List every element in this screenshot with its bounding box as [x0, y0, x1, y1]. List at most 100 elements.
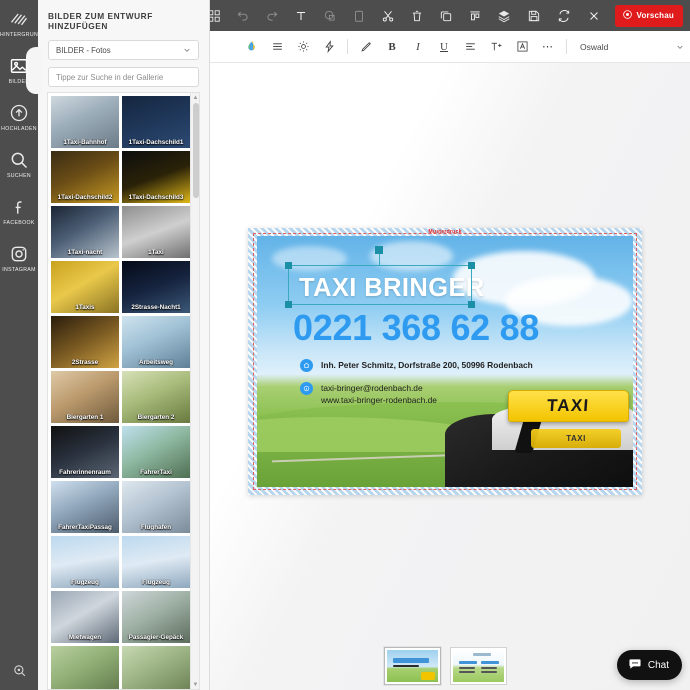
thumbnail-caption: FahrerTaxi: [140, 469, 172, 476]
preview-bar: [480, 671, 497, 673]
preview-button[interactable]: Vorschau: [614, 4, 683, 27]
gallery-thumbnail[interactable]: 1Taxi-Dachschild2: [51, 151, 119, 203]
gallery-thumbnail[interactable]: Flugzeug: [122, 536, 190, 588]
gallery-thumbnail[interactable]: Flughafen: [122, 481, 190, 533]
refresh-icon[interactable]: [549, 0, 579, 31]
line-spacing-icon[interactable]: [264, 31, 290, 63]
email-text: taxi-bringer@rodenbach.de: [321, 383, 423, 393]
align-left-icon[interactable]: [457, 31, 483, 63]
gallery-thumbnail[interactable]: 1Taxis: [51, 261, 119, 313]
preview-bar: [458, 667, 475, 669]
scroll-down-icon[interactable]: ▼: [191, 680, 199, 689]
gallery-thumbnail[interactable]: Flugzeug: [51, 536, 119, 588]
preview-bar: [472, 653, 491, 656]
rotation-handle[interactable]: [375, 246, 383, 254]
gallery-thumbnail[interactable]: 1Taxi-nacht: [51, 206, 119, 258]
scroll-up-icon[interactable]: ▲: [191, 93, 199, 102]
effects-icon[interactable]: [316, 31, 342, 63]
gallery-thumbnail[interactable]: 2Strasse-Nacht1: [122, 261, 190, 313]
pen-icon[interactable]: [353, 31, 379, 63]
gallery-search-input[interactable]: Tippe zur Suche in der Gallerie: [48, 67, 199, 87]
address-row[interactable]: Inh. Peter Schmitz, Dorfstraße 200, 5099…: [300, 359, 533, 372]
delete-icon[interactable]: [403, 0, 432, 31]
page-thumbnail-back[interactable]: [449, 647, 507, 685]
sidebar-label-hintergruende: HINTERGRÜNDE: [0, 31, 38, 38]
thumbnail-caption: 1Taxi-Dachschild2: [57, 194, 113, 201]
taxi-roof-sign-secondary: TAXI: [531, 429, 621, 448]
brightness-icon[interactable]: [290, 31, 316, 63]
backgrounds-icon: [9, 9, 29, 29]
text-frame-icon[interactable]: [509, 31, 535, 63]
sidebar-label-bilder: BILDER: [8, 78, 30, 85]
thumbnail-caption: Flugzeug: [142, 579, 170, 586]
layers-icon[interactable]: [490, 0, 519, 31]
zoom-magnifier-icon[interactable]: [0, 650, 38, 690]
gallery-thumbnail[interactable]: FahrerTaxiPassag: [51, 481, 119, 533]
contact-row[interactable]: taxi-bringer@rodenbach.de www.taxi-bring…: [300, 382, 437, 406]
undo-icon[interactable]: [229, 0, 258, 31]
underline-icon[interactable]: U: [431, 31, 457, 63]
redo-icon[interactable]: [258, 0, 287, 31]
sidebar-item-hochladen[interactable]: HOCHLADEN: [0, 94, 38, 141]
sidebar-item-instagram[interactable]: INSTAGRAM: [0, 235, 38, 282]
chat-bubble-icon: [628, 657, 642, 674]
gallery-thumbnail[interactable]: Fahrerinnenraum: [51, 426, 119, 478]
shape-icon[interactable]: [316, 0, 345, 31]
cut-icon[interactable]: [374, 0, 403, 31]
align-top-icon[interactable]: [461, 0, 490, 31]
gallery-thumbnail[interactable]: FahrerTaxi: [122, 426, 190, 478]
paste-icon[interactable]: [345, 0, 374, 31]
preview-bar: [458, 671, 475, 673]
font-family-dropdown[interactable]: Oswald: [580, 42, 684, 52]
gallery-thumbnail[interactable]: 1Taxi-Dachschild3: [122, 151, 190, 203]
gallery-thumbnail[interactable]: Biergarten 1: [51, 371, 119, 423]
gallery-thumbnail[interactable]: Mietwagen: [51, 591, 119, 643]
thumbnail-caption: 1Taxi-nacht: [67, 249, 103, 256]
sidebar-item-hintergruende[interactable]: HINTERGRÜNDE: [0, 0, 38, 47]
text-icon[interactable]: [287, 0, 316, 31]
category-dropdown[interactable]: BILDER - Fotos: [48, 40, 199, 60]
sidebar-item-facebook[interactable]: FACEBOOK: [0, 188, 38, 235]
thumbnail-caption: Fahrerinnenraum: [59, 469, 111, 476]
design-workspace[interactable]: TAXI TAXI TAXI BRINGER 0221 368 62 88 In…: [200, 63, 690, 690]
gallery-thumbnail[interactable]: Passagier-Strasse2: [122, 646, 190, 689]
info-icon: [300, 382, 313, 395]
gallery-thumbnail[interactable]: Passagier-Gepäck: [122, 591, 190, 643]
duplicate-icon[interactable]: [432, 0, 461, 31]
save-icon[interactable]: [519, 0, 549, 31]
scrollbar-thumb[interactable]: [192, 103, 199, 198]
more-options-icon[interactable]: ⋯: [535, 31, 561, 63]
sidebar-item-suchen[interactable]: SUCHEN: [0, 141, 38, 188]
preview-taxi-sign: [420, 672, 435, 680]
chevron-down-icon: [183, 46, 191, 54]
phone-text[interactable]: 0221 368 62 88: [293, 310, 539, 346]
gallery-thumbnail[interactable]: 1Taxi-Bahnhof: [51, 96, 119, 148]
thumbnail-grid: 1Taxi-Bahnhof 1Taxi-Dachschild1 1Taxi-Dach…: [48, 93, 199, 689]
headline-text[interactable]: TAXI BRINGER: [299, 275, 485, 302]
italic-icon[interactable]: I: [405, 31, 431, 63]
gallery-thumbnail[interactable]: Passagier-Strasse: [51, 646, 119, 689]
main-toolbar: Vorschau: [200, 0, 690, 31]
image-gallery[interactable]: 1Taxi-Bahnhof 1Taxi-Dachschild1 1Taxi-Dach…: [47, 92, 200, 690]
gallery-thumbnail[interactable]: 1Taxi-Dachschild1: [122, 96, 190, 148]
gallery-thumbnail[interactable]: 2Strasse: [51, 316, 119, 368]
gallery-thumbnail[interactable]: Arbeitsweg: [122, 316, 190, 368]
thumbnail-image: [51, 646, 119, 689]
page-thumbnail-front[interactable]: [383, 647, 441, 685]
preview-bar: [480, 667, 497, 669]
chat-button[interactable]: Chat: [616, 650, 682, 680]
gallery-scrollbar[interactable]: ▲ ▼: [190, 93, 199, 689]
close-icon[interactable]: [579, 0, 609, 31]
sidebar-label-facebook: FACEBOOK: [3, 219, 35, 226]
gallery-thumbnail[interactable]: Biergarten 2: [122, 371, 190, 423]
font-size-icon[interactable]: [483, 31, 509, 63]
home-icon: [300, 359, 313, 372]
design-canvas[interactable]: TAXI TAXI TAXI BRINGER 0221 368 62 88 In…: [248, 228, 642, 495]
bold-icon[interactable]: B: [379, 31, 405, 63]
preview-bar: [392, 665, 419, 667]
fill-color-icon[interactable]: [238, 31, 264, 63]
sidebar-label-hochladen: HOCHLADEN: [1, 125, 37, 132]
gallery-thumbnail[interactable]: 1Taxi: [122, 206, 190, 258]
search-icon: [9, 150, 29, 170]
sidebar-item-bilder[interactable]: BILDER: [0, 47, 42, 94]
